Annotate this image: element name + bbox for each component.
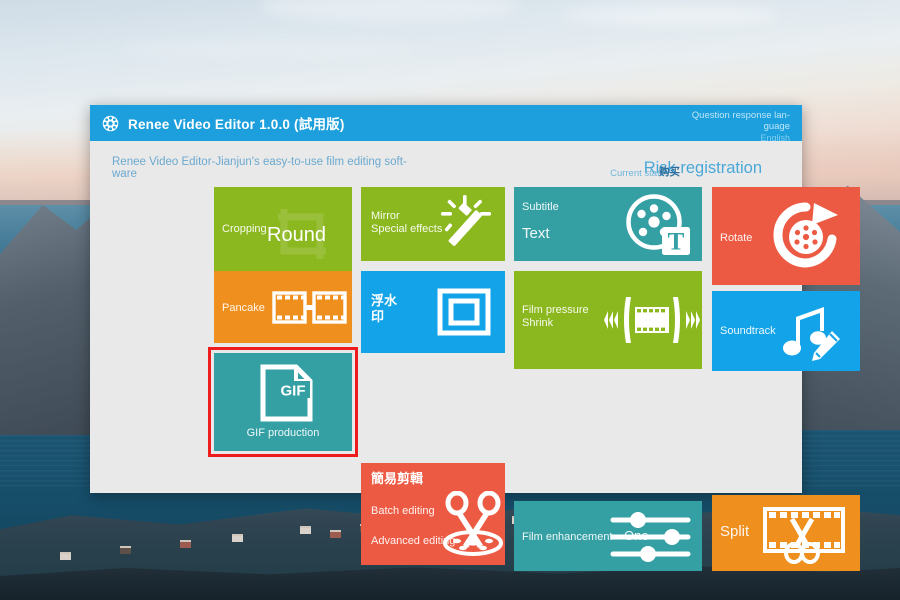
tile-split[interactable]: Split: [712, 495, 860, 571]
tile-subtitle-label2: Text: [522, 225, 550, 242]
tile-rotate[interactable]: Rotate: [712, 187, 860, 285]
tile-cropping-label: Cropping: [222, 223, 267, 235]
tile-watermark[interactable]: 浮水 印: [361, 271, 505, 353]
tile-mirror-special-effects[interactable]: Mirror Special effects: [361, 187, 505, 261]
feature-tile-grid: Cropping Round Mirror Special effects Su…: [90, 187, 860, 571]
film-scissors-icon: [762, 503, 846, 570]
language-selector[interactable]: Question response lan- guage English: [670, 110, 790, 144]
gif-file-icon: GIF: [258, 363, 314, 428]
current-state-label: Current state: [610, 168, 665, 179]
tile-mirror-label: Mirror Special effects: [371, 210, 443, 235]
tile-rotate-label: Rotate: [720, 232, 753, 244]
film-reel-icon: [102, 115, 119, 132]
watermark-frame-icon: [437, 287, 491, 342]
tile-watermark-label: 浮水 印: [371, 293, 398, 324]
svg-text:GIF: GIF: [281, 383, 306, 400]
app-subtitle: Renee Video Editor-Jianjun's easy-to-use…: [112, 156, 407, 180]
tile-split-label: Split: [720, 523, 750, 540]
film-reel-text-icon: T: [624, 192, 694, 261]
scissors-reel-icon: [441, 490, 505, 562]
tile-film-pressure-shrink[interactable]: Film pressure Shrink: [514, 271, 702, 369]
tile-advanced-editing-label[interactable]: Advanced editing: [371, 535, 455, 548]
tile-cropping[interactable]: Cropping Round: [214, 187, 352, 275]
wallpaper-cloud: [560, 4, 780, 26]
wallpaper-cloud: [120, 40, 420, 58]
tile-gif-production[interactable]: GIF production GIF: [214, 353, 352, 451]
tile-gif-production-label: GIF production: [246, 427, 320, 439]
tile-batch-advanced-editing[interactable]: 簡易剪輯 Batch editing Advanced editing: [361, 463, 505, 565]
svg-text:T: T: [668, 229, 685, 256]
tile-pancake[interactable]: Pancake: [214, 271, 352, 343]
tile-film-pressure-label: Film pressure Shrink: [522, 304, 589, 329]
tile-soundtrack[interactable]: Soundtrack: [712, 291, 860, 371]
tile-pancake-label: Pancake: [222, 302, 265, 314]
tile-cropping-big-label: Round: [267, 224, 326, 246]
window-titlebar: Renee Video Editor 1.0.0 (試用版) Question …: [90, 105, 802, 144]
app-title: Renee Video Editor 1.0.0 (試用版): [128, 117, 345, 132]
titlebar-left-group: Renee Video Editor 1.0.0 (試用版): [102, 113, 345, 133]
compress-film-icon: [604, 285, 700, 360]
film-split-icon: [272, 285, 348, 336]
sliders-icon: [610, 511, 692, 568]
tile-film-enhancement[interactable]: Film enhancement One: [514, 501, 702, 571]
tile-batch-editing-label[interactable]: Batch editing: [371, 505, 435, 518]
tile-subtitle-label: Subtitle: [522, 201, 559, 213]
buy-link[interactable]: 购买: [659, 164, 680, 179]
header-right-group: Risk registration Current state 购买: [582, 151, 802, 191]
music-note-pencil-icon: [780, 301, 844, 368]
app-window: Renee Video Editor 1.0.0 (試用版) Question …: [90, 105, 860, 571]
tile-film-enhancement-label: Film enhancement: [522, 531, 613, 543]
tile-soundtrack-label: Soundtrack: [720, 325, 776, 337]
tile-simple-editing-label: 簡易剪輯: [371, 471, 424, 486]
rotate-reel-icon: [770, 201, 844, 276]
tile-subtitle-text[interactable]: Subtitle Text T: [514, 187, 702, 261]
language-label: Question response lan- guage: [691, 110, 790, 132]
tile-film-enhancement-label2: One: [624, 528, 649, 543]
